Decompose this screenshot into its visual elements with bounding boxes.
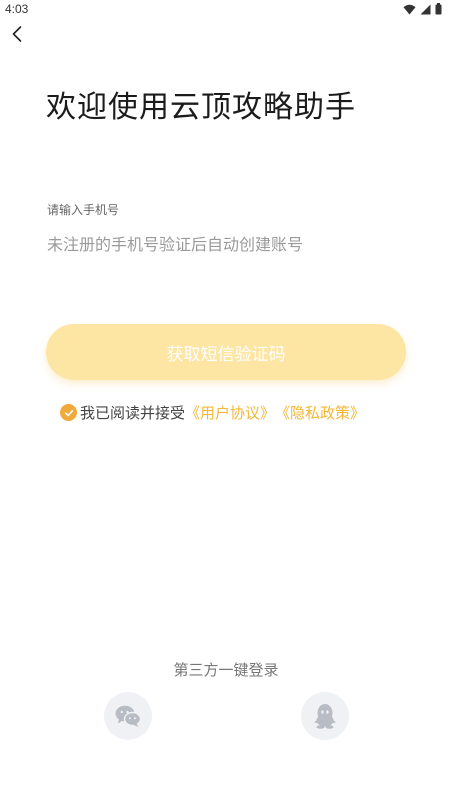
get-sms-code-button[interactable]: 获取短信验证码 xyxy=(46,324,406,380)
status-bar: 4:03 xyxy=(0,0,452,18)
wechat-icon xyxy=(115,705,142,727)
chevron-left-icon xyxy=(12,26,22,42)
agreement-checkbox[interactable] xyxy=(60,404,77,421)
wechat-login-button[interactable] xyxy=(104,692,152,740)
wifi-icon xyxy=(403,4,416,14)
status-time: 4:03 xyxy=(5,2,29,16)
phone-label: 请输入手机号 xyxy=(47,203,120,217)
battery-icon xyxy=(435,3,442,15)
qq-login-button[interactable] xyxy=(301,692,349,740)
privacy-policy-link[interactable]: 《隐私政策》 xyxy=(275,402,365,423)
page-title: 欢迎使用云顶攻略助手 xyxy=(46,90,356,125)
status-icons xyxy=(403,3,442,15)
signal-icon xyxy=(420,4,431,14)
check-icon xyxy=(64,409,73,416)
agreement-text: 我已阅读并接受 xyxy=(80,404,186,422)
user-agreement-link[interactable]: 《用户协议》 xyxy=(185,402,275,423)
qq-icon xyxy=(314,704,336,729)
back-button[interactable] xyxy=(8,24,28,44)
third-party-login-label: 第三方一键登录 xyxy=(173,661,279,679)
agreement-row: 我已阅读并接受 《用户协议》 《隐私政策》 xyxy=(60,402,365,423)
phone-input[interactable] xyxy=(47,231,407,257)
get-sms-code-label: 获取短信验证码 xyxy=(166,344,286,365)
